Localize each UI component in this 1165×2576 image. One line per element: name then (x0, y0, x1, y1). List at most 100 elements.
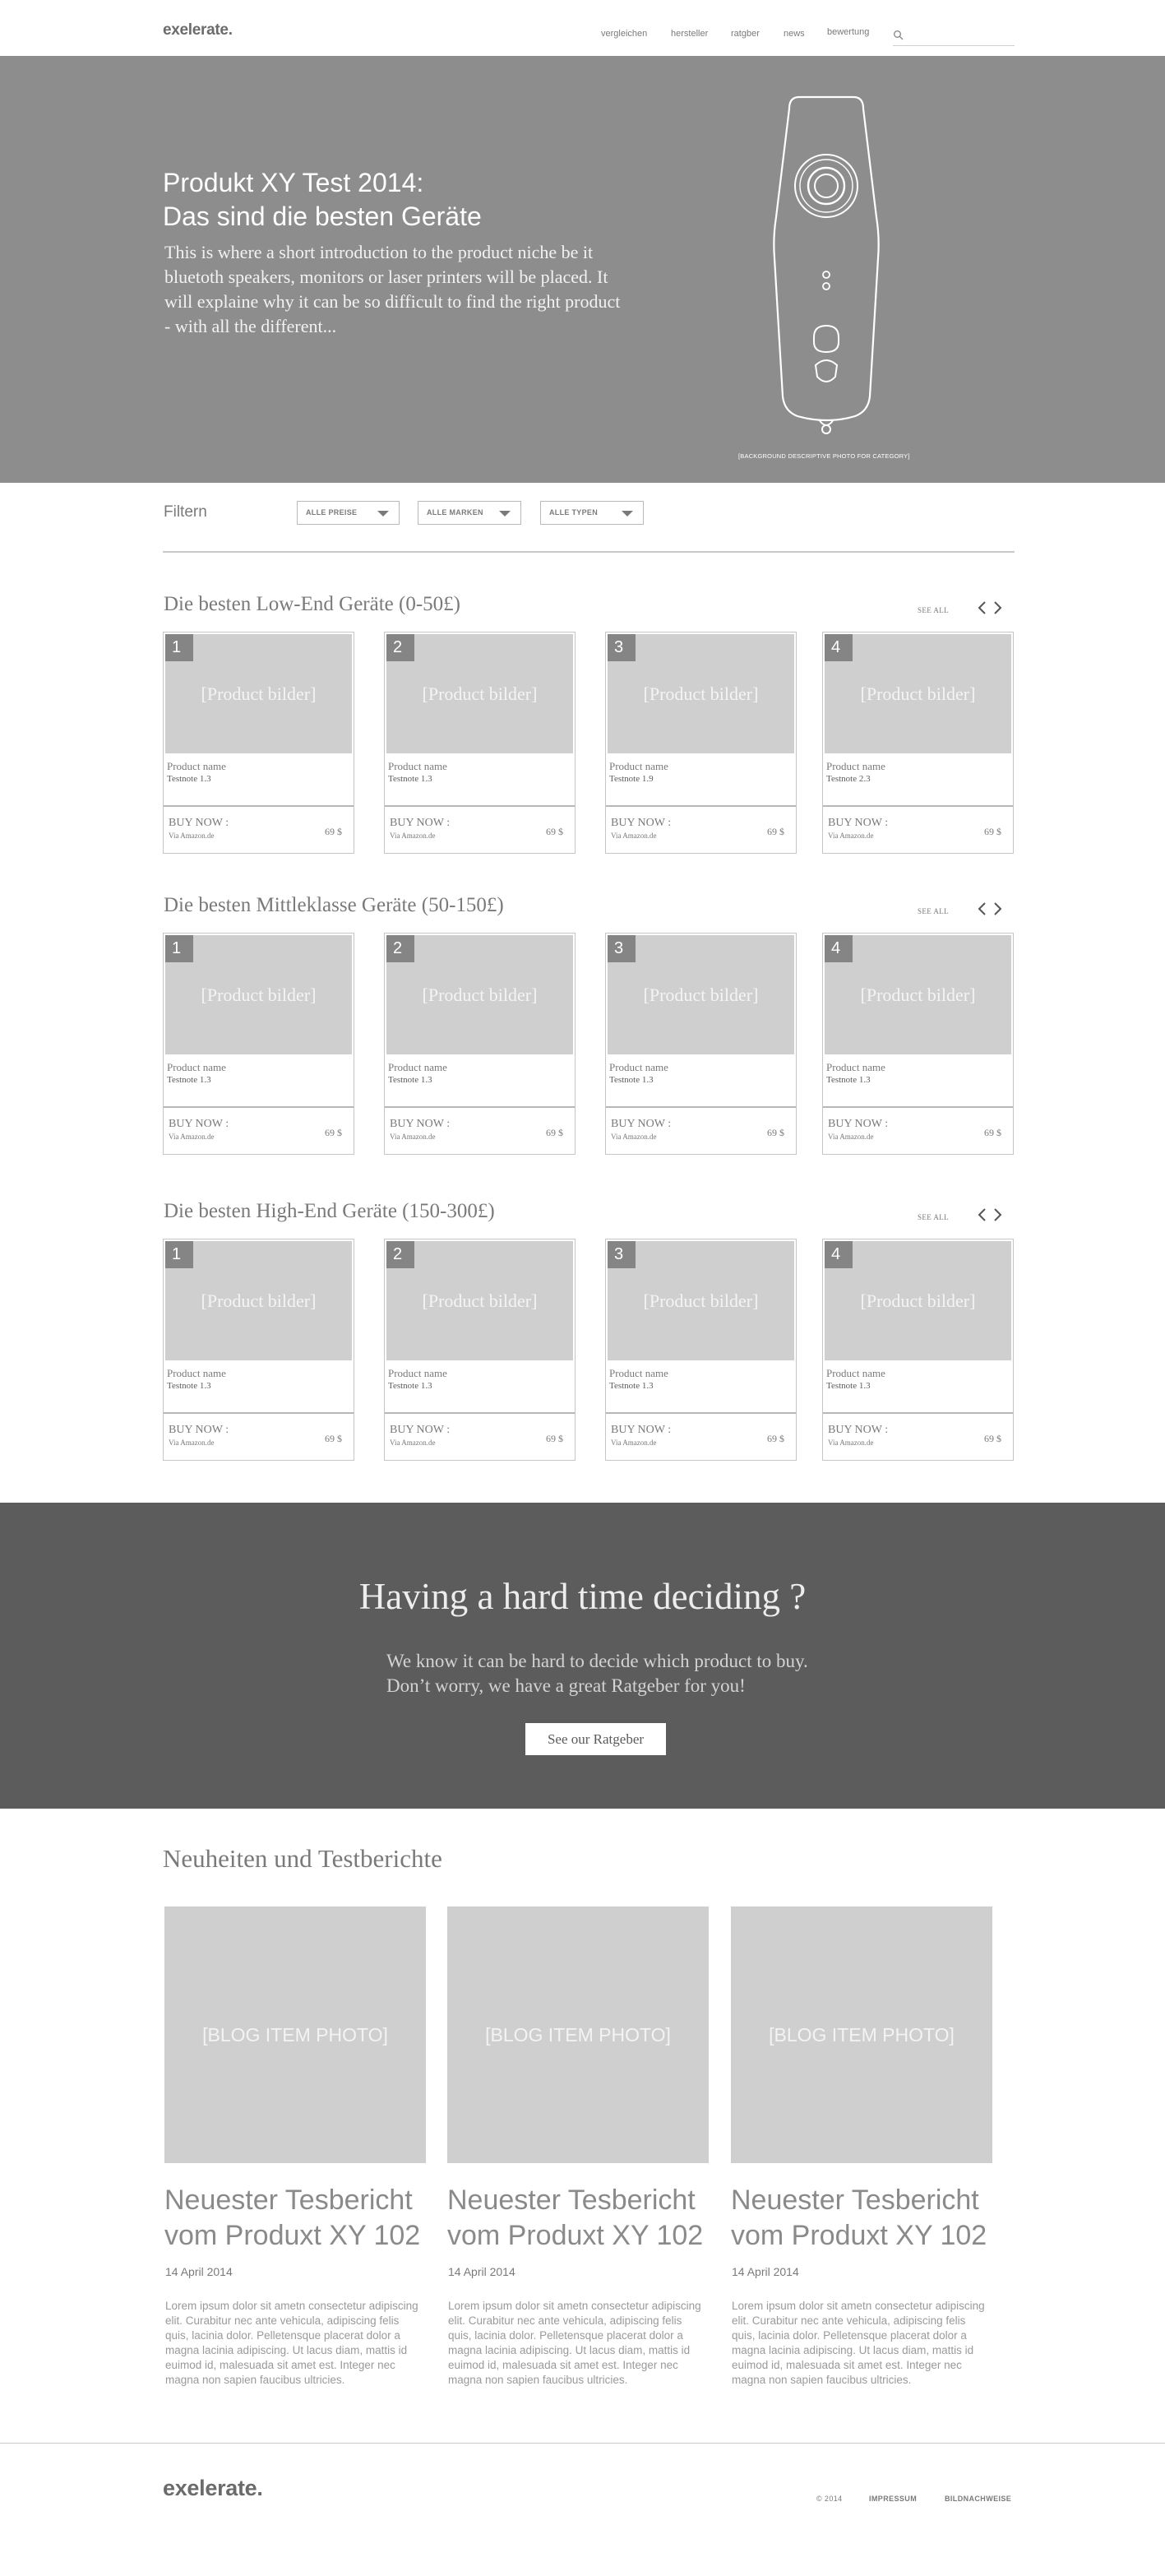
chevron-right-icon[interactable] (992, 901, 1003, 917)
product-card[interactable]: [Product bilder] 4 Product name Testnote… (822, 933, 1014, 1155)
product-image: [Product bilder] (386, 935, 573, 1054)
nav-link-vergleichen[interactable]: vergleichen (601, 29, 647, 39)
nav-link-hersteller[interactable]: hersteller (671, 29, 708, 39)
hero-photo-caption: [BACKGROUND DESCRIPTIVE PHOTO FOR CATEGO… (738, 452, 910, 460)
product-price: 69 $ (767, 1433, 784, 1444)
product-card[interactable]: [Product bilder] 2 Product name Testnote… (384, 632, 576, 854)
retailer-label: Via Amazon.de (828, 832, 874, 840)
product-score: Testnote 1.9 (609, 774, 654, 784)
buy-now-label[interactable]: BUY NOW : (390, 1118, 450, 1131)
buy-now-label[interactable]: BUY NOW : (611, 1424, 671, 1437)
product-image: [Product bilder] (386, 634, 573, 753)
product-image: [Product bilder] (825, 634, 1011, 753)
section-title-low-end: Die besten Low-End Geräte (0-50£) (164, 593, 460, 615)
product-price: 69 $ (984, 1127, 1001, 1138)
card-divider (164, 805, 354, 807)
nav-link-bewertung[interactable]: bewertung (827, 27, 869, 37)
retailer-label: Via Amazon.de (169, 832, 215, 840)
blog-item-title[interactable]: Neuester Tesbericht vom Produxt XY 102 (164, 2183, 436, 2254)
product-card[interactable]: [Product bilder] 4 Product name Testnote… (822, 1239, 1014, 1461)
buy-now-label[interactable]: BUY NOW : (611, 817, 671, 830)
buy-now-label[interactable]: BUY NOW : (390, 817, 450, 830)
chevron-right-icon[interactable] (992, 600, 1003, 616)
card-divider (385, 1412, 575, 1414)
rank-badge: 4 (825, 1241, 853, 1268)
filter-select-brands[interactable]: ALLE MARKEN (418, 501, 521, 525)
search-input[interactable] (908, 28, 1013, 44)
card-divider (606, 805, 796, 807)
buy-now-label[interactable]: BUY NOW : (828, 1118, 888, 1131)
buy-now-label[interactable]: BUY NOW : (169, 817, 229, 830)
product-card[interactable]: [Product bilder] 3 Product name Testnote… (605, 933, 797, 1155)
retailer-label: Via Amazon.de (390, 1133, 436, 1141)
product-name: Product name (826, 1061, 885, 1073)
chevron-right-icon[interactable] (992, 1207, 1003, 1223)
buy-now-label[interactable]: BUY NOW : (828, 1424, 888, 1437)
blog-item[interactable]: [BLOG ITEM PHOTO] Neuester Tesbericht vo… (446, 1907, 710, 2400)
buy-now-label[interactable]: BUY NOW : (169, 1424, 229, 1437)
filter-divider (163, 551, 1015, 553)
see-all-link[interactable]: SEE ALL (918, 1213, 949, 1221)
see-all-link[interactable]: SEE ALL (918, 907, 949, 915)
search-box (893, 28, 1015, 46)
device-illustration (773, 95, 880, 434)
logo[interactable]: exelerate. (163, 21, 233, 39)
product-name: Product name (826, 760, 885, 772)
product-card[interactable]: [Product bilder] 2 Product name Testnote… (384, 933, 576, 1155)
rank-badge: 2 (386, 1241, 414, 1268)
product-card[interactable]: [Product bilder] 3 Product name Testnote… (605, 1239, 797, 1461)
product-card[interactable]: [Product bilder] 3 Product name Testnote… (605, 632, 797, 854)
retailer-label: Via Amazon.de (611, 1439, 657, 1447)
footer-link-impressum[interactable]: IMPRESSUM (869, 2495, 917, 2503)
product-score: Testnote 2.3 (826, 774, 871, 784)
footer-logo[interactable]: exelerate. (163, 2476, 263, 2501)
see-ratgeber-button[interactable]: See our Ratgeber (525, 1723, 666, 1755)
product-name: Product name (609, 760, 668, 772)
rank-badge: 3 (608, 634, 636, 661)
search-icon[interactable] (893, 30, 904, 41)
hero-title-line-2: Das sind die besten Geräte (163, 202, 482, 231)
product-card[interactable]: [Product bilder] 2 Product name Testnote… (384, 1239, 576, 1461)
cta-text: We know it can be hard to decide which p… (386, 1649, 847, 1698)
product-score: Testnote 1.3 (167, 1381, 211, 1391)
product-score: Testnote 1.3 (388, 774, 432, 784)
blog-item[interactable]: [BLOG ITEM PHOTO] Neuester Tesbericht vo… (730, 1907, 993, 2400)
blog-item-photo[interactable]: [BLOG ITEM PHOTO] (447, 1907, 709, 2163)
footer-link-bildnachweise[interactable]: BILDNACHWEISE (945, 2495, 1011, 2503)
card-divider (164, 1106, 354, 1108)
product-card[interactable]: [Product bilder] 1 Product name Testnote… (163, 933, 354, 1155)
chevron-left-icon[interactable] (977, 901, 988, 917)
product-price: 69 $ (546, 1127, 563, 1138)
retailer-label: Via Amazon.de (169, 1439, 215, 1447)
buy-now-label[interactable]: BUY NOW : (390, 1424, 450, 1437)
product-card[interactable]: [Product bilder] 4 Product name Testnote… (822, 632, 1014, 854)
chevron-left-icon[interactable] (977, 1207, 988, 1223)
nav-link-ratgeber[interactable]: ratgber (731, 29, 760, 39)
buy-now-label[interactable]: BUY NOW : (828, 817, 888, 830)
buy-now-label[interactable]: BUY NOW : (611, 1118, 671, 1131)
product-name: Product name (388, 1061, 447, 1073)
rank-badge: 1 (165, 935, 193, 962)
filter-select-prices[interactable]: ALLE PREISE (297, 501, 400, 525)
nav-link-news[interactable]: news (784, 29, 805, 39)
rank-badge: 3 (608, 1241, 636, 1268)
copyright: © 2014 (816, 2495, 843, 2503)
blog-item-photo[interactable]: [BLOG ITEM PHOTO] (164, 1907, 426, 2163)
cta-text-line-2: Don’t worry, we have a great Ratgeber fo… (386, 1675, 746, 1696)
blog-item[interactable]: [BLOG ITEM PHOTO] Neuester Tesbericht vo… (164, 1907, 427, 2400)
card-divider (823, 805, 1013, 807)
blog-item-photo[interactable]: [BLOG ITEM PHOTO] (731, 1907, 992, 2163)
blog-item-title[interactable]: Neuester Tesbericht vom Produxt XY 102 (447, 2183, 719, 2254)
product-score: Testnote 1.3 (167, 774, 211, 784)
retailer-label: Via Amazon.de (169, 1133, 215, 1141)
product-score: Testnote 1.3 (388, 1075, 432, 1085)
product-card[interactable]: [Product bilder] 1 Product name Testnote… (163, 1239, 354, 1461)
chevron-left-icon[interactable] (977, 600, 988, 616)
buy-now-label[interactable]: BUY NOW : (169, 1118, 229, 1131)
blog-item-title[interactable]: Neuester Tesbericht vom Produxt XY 102 (731, 2183, 1002, 2254)
product-price: 69 $ (767, 826, 784, 837)
filter-select-types[interactable]: ALLE TYPEN (540, 501, 644, 525)
see-all-link[interactable]: SEE ALL (918, 606, 949, 614)
card-divider (164, 1412, 354, 1414)
product-card[interactable]: [Product bilder] 1 Product name Testnote… (163, 632, 354, 854)
